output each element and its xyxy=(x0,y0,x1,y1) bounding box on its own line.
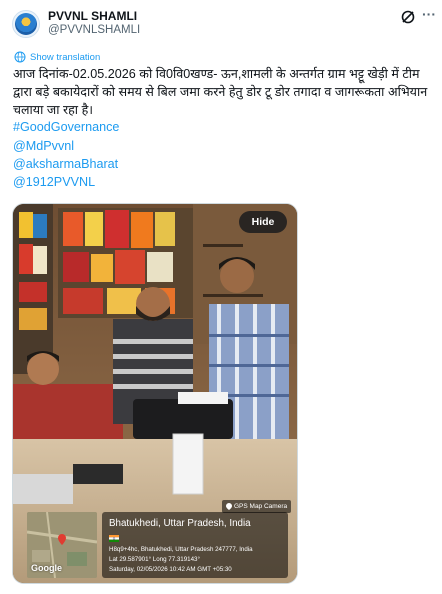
tweet-card: PVVNL SHAMLI @PVVNLSHAMLI ··· Show trans… xyxy=(0,0,442,594)
translate-icon xyxy=(14,51,26,63)
location-pin-icon xyxy=(226,503,232,510)
mention-link[interactable]: @aksharmaBharat xyxy=(13,157,118,171)
hide-media-button[interactable]: Hide xyxy=(239,211,287,233)
datetime-line: Saturday, 02/05/2026 10:42 AM GMT +05:30 xyxy=(109,566,232,573)
handle[interactable]: @PVVNLSHAMLI xyxy=(48,24,140,36)
india-flag-icon xyxy=(109,535,119,542)
coordinates-line: Lat 29.587901° Long 77.319143° xyxy=(109,556,200,563)
hashtag-link[interactable]: #GoodGovernance xyxy=(13,120,119,134)
google-wordmark: Google xyxy=(31,563,62,573)
show-translation-link[interactable]: Show translation xyxy=(14,51,100,63)
mention-link[interactable]: @1912PVVNL xyxy=(13,175,95,189)
address-line: H8q9+4hc, Bhatukhedi, Uttar Pradesh 2477… xyxy=(109,546,253,553)
display-name[interactable]: PVVNL SHAMLI xyxy=(48,9,137,23)
logo-icon xyxy=(15,13,37,35)
show-translation-label: Show translation xyxy=(30,51,101,63)
location-title: Bhatukhedi, Uttar Pradesh, India xyxy=(109,518,251,529)
more-icon[interactable]: ··· xyxy=(422,7,438,23)
tweet-text: आज दिनांक-02.05.2026 को वि0वि0खण्ड- ऊन,श… xyxy=(13,67,428,117)
grok-icon[interactable] xyxy=(400,9,416,25)
avatar[interactable] xyxy=(12,10,40,38)
mention-link[interactable]: @MdPvvnl xyxy=(13,139,74,153)
